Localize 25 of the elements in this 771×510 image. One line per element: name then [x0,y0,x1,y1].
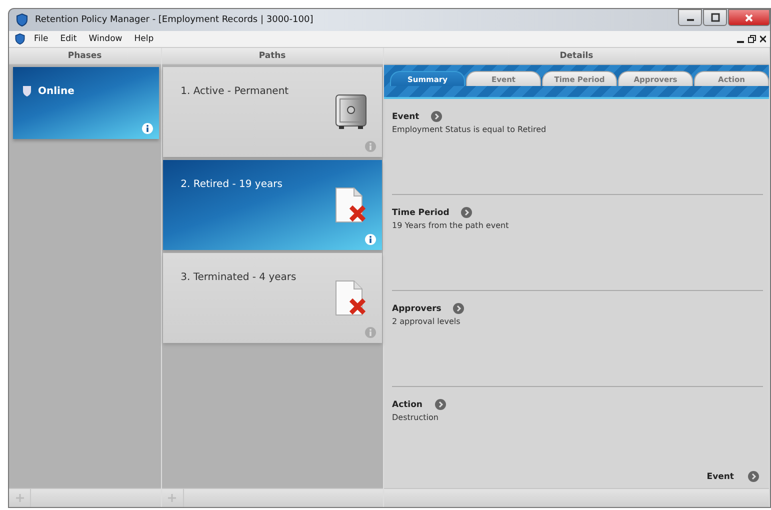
menu-item[interactable]: File [30,34,52,44]
column-header: Paths [162,48,383,65]
section-title: Action [392,400,422,410]
section-value: 19 Years from the path event [392,221,509,230]
section-value: Destruction [392,413,438,422]
path-label: 3. Terminated - 4 years [180,272,296,283]
menu-item[interactable]: Edit [56,34,81,44]
section-title: Time Period [392,208,450,218]
section-value: 2 approval levels [392,317,460,326]
section-value: Employment Status is equal to Retired [392,125,546,134]
next-label: Event [706,472,734,482]
window-title: Retention Policy Manager - [Employment Records | 3000-100] [35,15,314,25]
path-card[interactable]: 1. Active - Permanent [162,67,382,157]
phase-card[interactable]: Online [13,67,159,139]
path-card[interactable]: 3. Terminated - 4 years [162,253,382,343]
path-card[interactable]: 2. Retired - 19 years [162,160,382,250]
menu-item[interactable]: Help [130,34,158,44]
column-header: Details [384,48,769,65]
path-label: 1. Active - Permanent [180,86,289,97]
path-label: 2. Retired - 19 years [180,179,282,190]
column-header: Phases [9,48,161,65]
section-title: Approvers [392,304,442,314]
menu-item[interactable]: Window [84,34,126,44]
section-title: Event [392,112,420,122]
phase-label: Online [38,86,74,96]
